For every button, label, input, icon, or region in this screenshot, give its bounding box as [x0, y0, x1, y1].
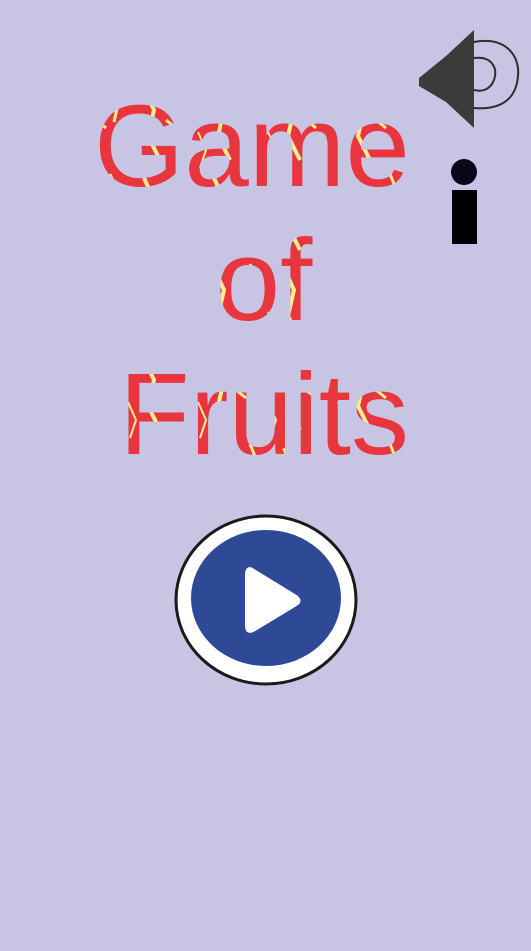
game-title: Game of Fruits — [0, 80, 531, 480]
play-icon — [174, 514, 358, 686]
title-line-3: Fruits — [119, 349, 409, 479]
title-line-2: of — [216, 215, 314, 345]
title-line-1: Game — [94, 81, 410, 211]
play-button[interactable] — [172, 512, 360, 688]
